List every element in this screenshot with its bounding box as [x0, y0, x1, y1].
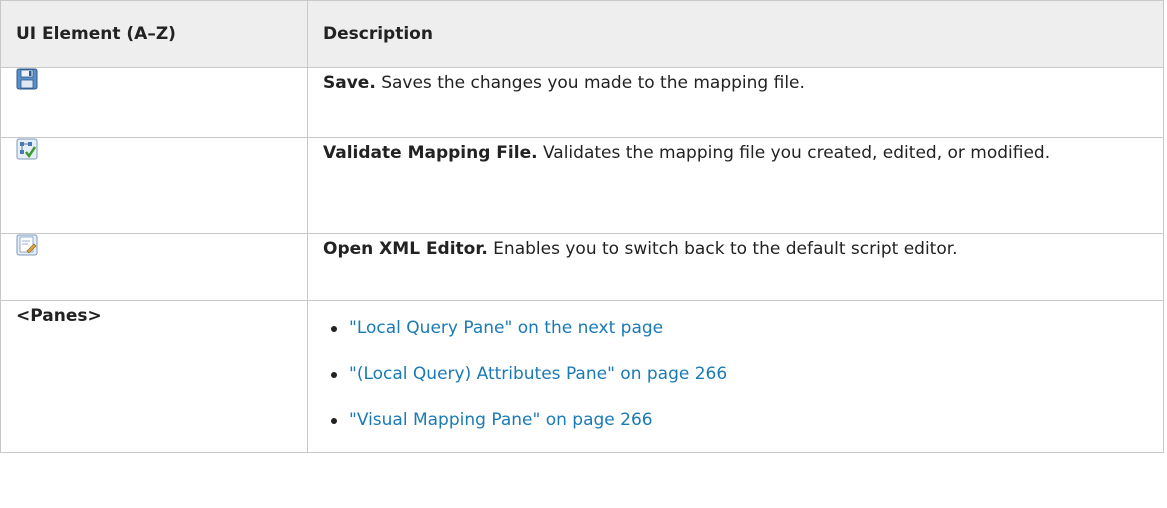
- description-cell: Open XML Editor. Enables you to switch b…: [307, 233, 1164, 301]
- table-row-save: Save. Saves the changes you made to the …: [0, 67, 1164, 138]
- validate-mapping-icon: [16, 138, 38, 160]
- description-text: Enables you to switch back to the defaul…: [487, 239, 958, 259]
- term-validate: Validate Mapping File.: [323, 143, 538, 163]
- table-row-validate: Validate Mapping File. Validates the map…: [0, 137, 1164, 234]
- column-header-ui-element: UI Element (A–Z): [0, 0, 308, 68]
- list-item: "(Local Query) Attributes Pane" on page …: [323, 362, 1148, 386]
- xml-editor-icon: [16, 234, 38, 256]
- column-header-description: Description: [307, 0, 1164, 68]
- term-xml-editor: Open XML Editor.: [323, 239, 488, 259]
- ui-element-cell: [0, 67, 308, 138]
- panes-label: <Panes>: [0, 300, 308, 453]
- bullet-icon: [331, 418, 337, 424]
- bullet-icon: [331, 372, 337, 378]
- link-local-query-pane[interactable]: "Local Query Pane" on the next page: [349, 318, 663, 338]
- table-header-row: UI Element (A–Z) Description: [0, 0, 1164, 68]
- list-item: "Visual Mapping Pane" on page 266: [323, 408, 1148, 432]
- link-attributes-pane[interactable]: "(Local Query) Attributes Pane" on page …: [349, 364, 727, 384]
- bullet-icon: [331, 326, 337, 332]
- ui-element-cell: [0, 233, 308, 301]
- link-visual-mapping-pane[interactable]: "Visual Mapping Pane" on page 266: [349, 410, 653, 430]
- description-cell: "Local Query Pane" on the next page "(Lo…: [307, 300, 1164, 453]
- list-item: "Local Query Pane" on the next page: [323, 316, 1148, 340]
- table-row-panes: <Panes> "Local Query Pane" on the next p…: [0, 300, 1164, 453]
- term-save: Save.: [323, 73, 376, 93]
- description-cell: Save. Saves the changes you made to the …: [307, 67, 1164, 138]
- ui-element-cell: [0, 137, 308, 234]
- save-disk-icon: [16, 68, 38, 90]
- description-cell: Validate Mapping File. Validates the map…: [307, 137, 1164, 234]
- panes-link-list: "Local Query Pane" on the next page "(Lo…: [323, 316, 1148, 432]
- description-text: Saves the changes you made to the mappin…: [375, 73, 805, 93]
- description-text: Validates the mapping file you created, …: [537, 143, 1051, 163]
- table-row-xml-editor: Open XML Editor. Enables you to switch b…: [0, 233, 1164, 301]
- ui-elements-table: UI Element (A–Z) Description Save. Saves…: [0, 0, 1164, 453]
